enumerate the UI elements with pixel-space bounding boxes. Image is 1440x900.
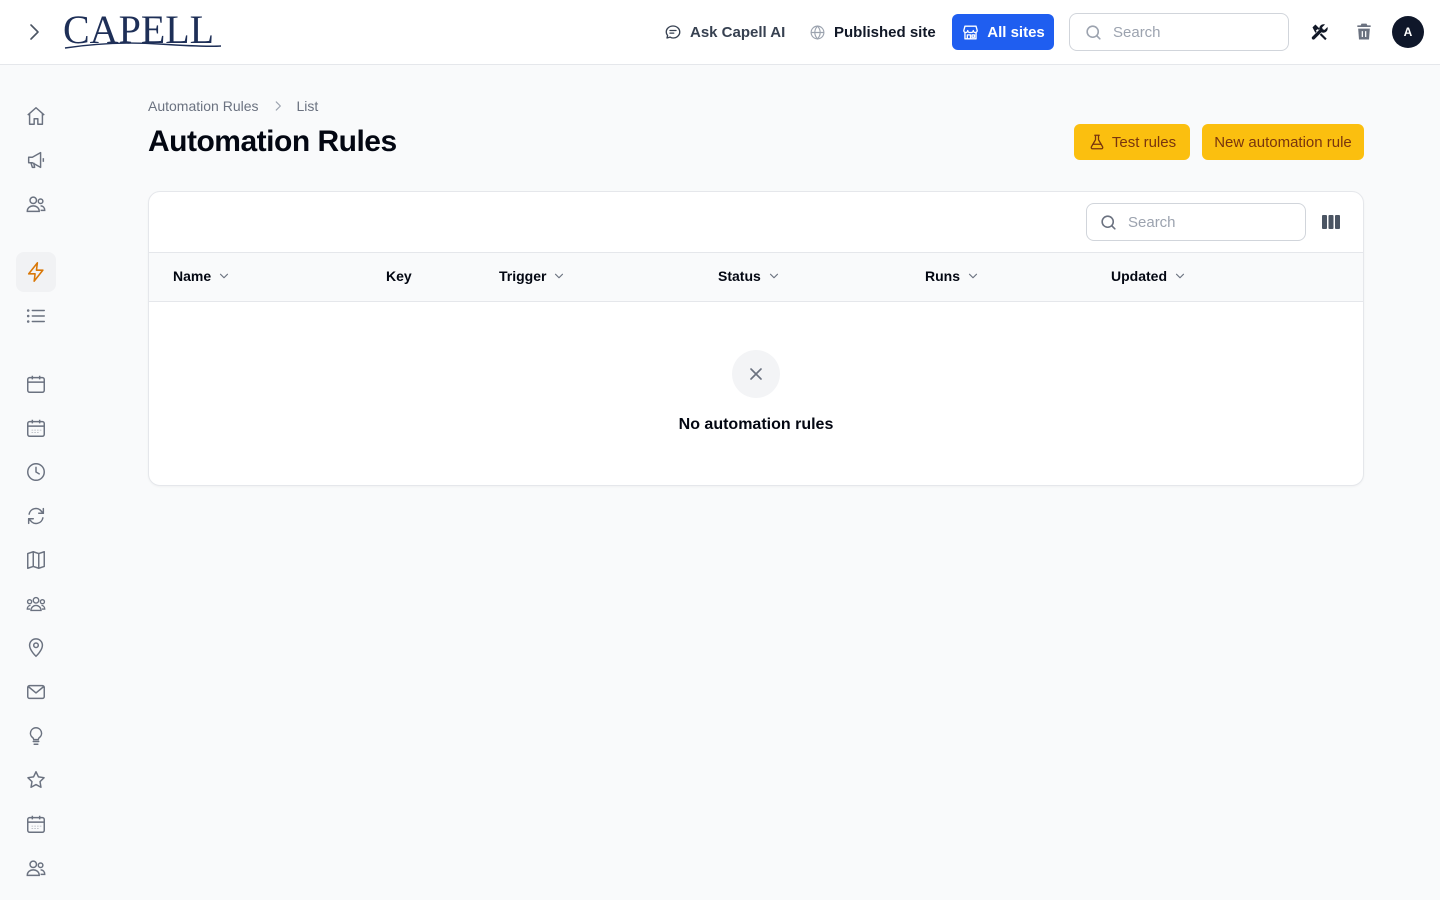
column-header-updated[interactable]: Updated bbox=[1111, 268, 1187, 284]
breadcrumb-item-list: List bbox=[296, 98, 319, 114]
tools-button[interactable] bbox=[1310, 22, 1330, 42]
sidebar-item-automation[interactable] bbox=[16, 252, 56, 292]
trash-icon bbox=[1357, 23, 1371, 40]
users-icon bbox=[26, 860, 46, 877]
column-header-name[interactable]: Name bbox=[173, 268, 231, 284]
sidebar-item-groups[interactable] bbox=[16, 584, 56, 624]
all-sites-label: All sites bbox=[987, 23, 1045, 41]
page-title: Automation Rules bbox=[148, 125, 397, 158]
chevron-right-icon bbox=[275, 101, 281, 111]
column-header-runs[interactable]: Runs bbox=[925, 268, 980, 284]
chevron-down-icon bbox=[769, 273, 778, 279]
light-bulb-icon bbox=[29, 727, 43, 745]
home-icon bbox=[27, 107, 45, 125]
chevron-down-icon bbox=[968, 273, 978, 279]
megaphone-icon bbox=[27, 151, 45, 169]
user-group-icon bbox=[26, 596, 46, 612]
refresh-icon bbox=[27, 507, 45, 525]
rules-table-card: Name Key Trigger Status Runs Updated No … bbox=[148, 191, 1364, 486]
sidebar-item-list[interactable] bbox=[16, 296, 56, 336]
empty-state-icon-wrapper bbox=[732, 350, 780, 398]
sidebar-item-home[interactable] bbox=[16, 96, 56, 136]
users-icon bbox=[26, 196, 46, 213]
sidebar-item-ideas[interactable] bbox=[16, 716, 56, 756]
chevron-down-icon bbox=[1175, 273, 1185, 279]
sidebar-item-members[interactable] bbox=[16, 848, 56, 888]
globe-icon bbox=[810, 24, 825, 40]
column-header-key: Key bbox=[386, 268, 412, 284]
sidebar-item-users[interactable] bbox=[16, 184, 56, 224]
breadcrumb-item-automation-rules[interactable]: Automation Rules bbox=[148, 98, 259, 114]
sidebar bbox=[0, 65, 72, 900]
columns-icon bbox=[1322, 215, 1340, 229]
sidebar-item-calendar[interactable] bbox=[16, 364, 56, 404]
map-pin-icon bbox=[28, 638, 44, 658]
test-rules-label: Test rules bbox=[1111, 133, 1177, 151]
sidebar-item-mail[interactable] bbox=[16, 672, 56, 712]
logo-swoosh-icon bbox=[64, 42, 222, 49]
sidebar-toggle-button[interactable] bbox=[22, 20, 46, 44]
toggle-columns-button[interactable] bbox=[1321, 212, 1341, 232]
column-header-updated-label: Updated bbox=[1111, 268, 1167, 284]
column-header-key-label: Key bbox=[386, 268, 412, 284]
top-bar: CAPELL Ask Capell AI Published site All … bbox=[0, 0, 1440, 65]
chevron-down-icon bbox=[555, 273, 564, 279]
chat-bubble-icon bbox=[665, 25, 681, 39]
sidebar-item-map[interactable] bbox=[16, 540, 56, 580]
global-search[interactable] bbox=[1069, 13, 1289, 51]
brand-logo[interactable]: CAPELL bbox=[63, 8, 223, 52]
sidebar-item-favorites[interactable] bbox=[16, 760, 56, 800]
table-search[interactable] bbox=[1086, 203, 1306, 241]
test-rules-button[interactable]: Test rules bbox=[1074, 124, 1190, 160]
published-site-link[interactable]: Published site bbox=[809, 20, 936, 44]
building-storefront-icon bbox=[963, 24, 979, 40]
search-icon bbox=[1101, 214, 1116, 230]
envelope-icon bbox=[27, 684, 45, 700]
beaker-icon bbox=[1090, 134, 1104, 150]
global-search-input[interactable] bbox=[1113, 23, 1253, 41]
sidebar-item-schedule[interactable] bbox=[16, 408, 56, 448]
new-automation-rule-button[interactable]: New automation rule bbox=[1202, 124, 1364, 160]
list-icon bbox=[26, 309, 45, 323]
sidebar-item-sync[interactable] bbox=[16, 496, 56, 536]
search-icon bbox=[1086, 24, 1101, 40]
sidebar-item-history[interactable] bbox=[16, 452, 56, 492]
calendar-icon bbox=[27, 375, 45, 393]
sidebar-item-events[interactable] bbox=[16, 804, 56, 844]
sidebar-item-announcements[interactable] bbox=[16, 140, 56, 180]
x-mark-icon bbox=[750, 368, 762, 380]
calendar-days-icon bbox=[27, 419, 45, 437]
star-icon bbox=[27, 771, 45, 788]
clock-icon bbox=[27, 463, 45, 481]
bolt-icon bbox=[27, 262, 44, 282]
calendar-days-icon bbox=[27, 815, 45, 833]
wrench-screwdriver-icon bbox=[1311, 24, 1328, 41]
new-automation-rule-label: New automation rule bbox=[1214, 133, 1352, 151]
column-header-status[interactable]: Status bbox=[718, 268, 781, 284]
chevron-down-icon bbox=[220, 273, 229, 279]
user-avatar[interactable]: A bbox=[1392, 16, 1424, 48]
map-icon bbox=[27, 551, 45, 569]
ask-ai-link[interactable]: Ask Capell AI bbox=[664, 20, 785, 44]
ask-ai-label: Ask Capell AI bbox=[690, 23, 786, 41]
chevron-right-icon bbox=[30, 24, 39, 40]
all-sites-button[interactable]: All sites bbox=[952, 14, 1054, 50]
empty-state-message: No automation rules bbox=[678, 416, 834, 433]
column-header-trigger-label: Trigger bbox=[499, 268, 547, 284]
empty-state: No automation rules bbox=[149, 350, 1363, 434]
column-header-name-label: Name bbox=[173, 268, 212, 284]
column-header-trigger[interactable]: Trigger bbox=[499, 268, 566, 284]
sidebar-item-locations[interactable] bbox=[16, 628, 56, 668]
trash-button[interactable] bbox=[1354, 22, 1374, 42]
published-site-label: Published site bbox=[834, 23, 936, 41]
column-header-status-label: Status bbox=[718, 268, 761, 284]
table-header: Name Key Trigger Status Runs Updated bbox=[149, 253, 1363, 302]
table-toolbar bbox=[149, 192, 1363, 253]
breadcrumb: Automation Rules List bbox=[148, 96, 318, 116]
table-search-input[interactable] bbox=[1128, 213, 1268, 231]
column-header-runs-label: Runs bbox=[925, 268, 960, 284]
